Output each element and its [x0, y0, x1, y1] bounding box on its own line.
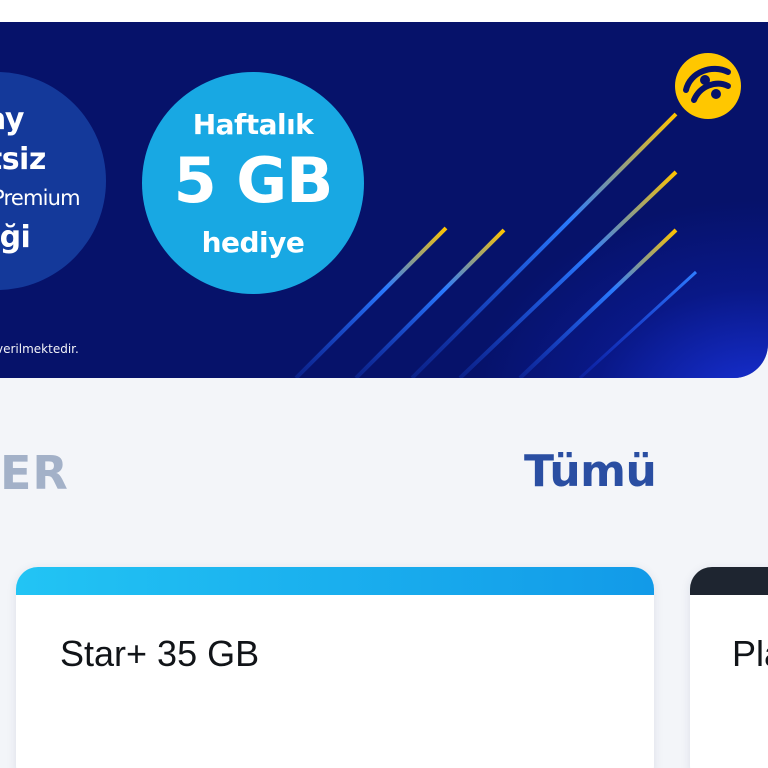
package-card[interactable]: Pla — [690, 567, 768, 768]
promo-left-line1: ay — [0, 102, 24, 137]
offer-period: Haftalık — [192, 108, 314, 141]
package-card[interactable]: Star+ 35 GB — [16, 567, 654, 768]
banner-streaks — [294, 112, 698, 378]
top-strip — [0, 0, 768, 22]
see-all-link[interactable]: Tümü — [524, 446, 657, 497]
offer-gift: hediye — [201, 226, 305, 259]
promo-banner[interactable]: ay etsiz e Premium liği verilmektedir. H… — [0, 22, 768, 378]
turkcell-logo-icon — [675, 53, 741, 119]
package-card-accent-bar — [690, 567, 768, 595]
banner-disclaimer: verilmektedir. — [0, 342, 79, 356]
page: ay etsiz e Premium liği verilmektedir. H… — [0, 0, 768, 768]
offer-amount: 5 GB — [173, 144, 334, 217]
promo-left-line2: etsiz — [0, 142, 46, 177]
section-title: ER — [0, 446, 69, 500]
package-name: Pla — [732, 633, 768, 674]
promo-left-line3: e Premium — [0, 186, 81, 210]
promo-left-line4: liği — [0, 220, 31, 255]
package-name: Star+ 35 GB — [60, 633, 260, 674]
package-card-accent-bar — [16, 567, 654, 595]
weekly-gb-offer-circle: Haftalık 5 GB hediye — [142, 72, 364, 294]
